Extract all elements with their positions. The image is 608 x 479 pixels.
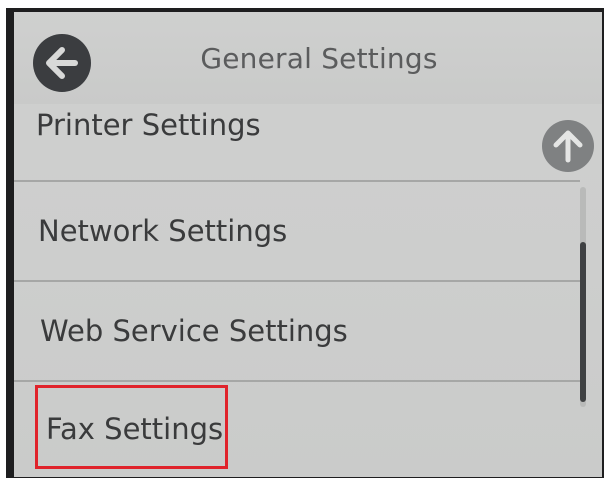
arrow-up-icon	[553, 130, 583, 163]
scroll-up-button[interactable]	[542, 120, 594, 172]
selection-highlight-box	[35, 385, 228, 469]
scrollbar-thumb[interactable]	[580, 242, 586, 402]
menu-item-printer-settings[interactable]: Printer Settings	[14, 104, 580, 180]
page-title: General Settings	[200, 42, 438, 75]
menu-item-label: Printer Settings	[36, 108, 261, 142]
menu-item-label: Network Settings	[38, 214, 288, 248]
menu-item-label: Web Service Settings	[40, 314, 348, 348]
header-bar: General Settings	[14, 12, 602, 104]
menu-item-web-service-settings[interactable]: Web Service Settings	[14, 282, 580, 380]
menu-item-network-settings[interactable]: Network Settings	[14, 182, 580, 280]
printer-panel-photo: General Settings Printer Settings Networ…	[0, 0, 608, 479]
arrow-left-icon	[46, 47, 78, 79]
back-button[interactable]	[33, 34, 91, 92]
